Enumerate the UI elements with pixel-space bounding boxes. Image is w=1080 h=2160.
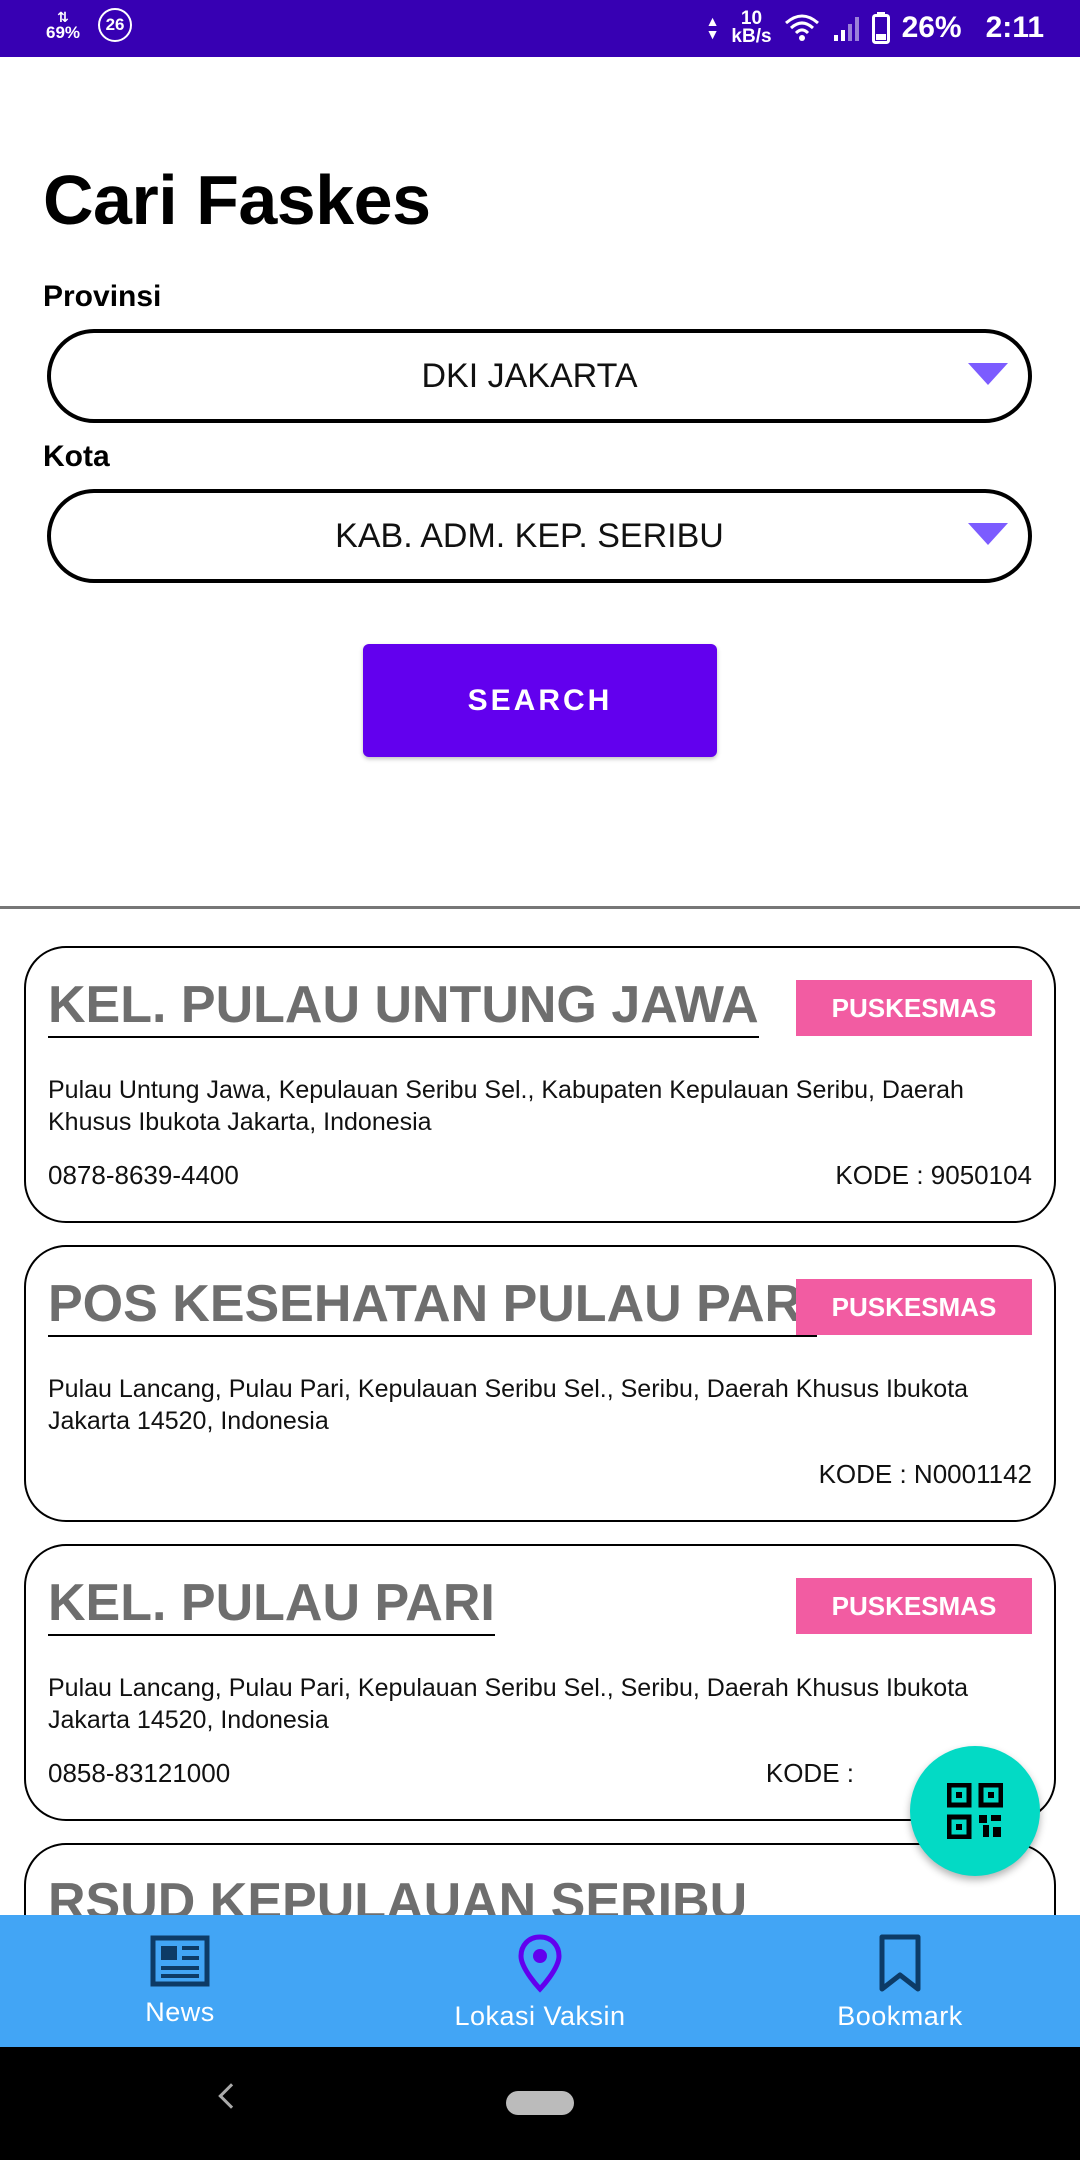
facility-phone[interactable]: 0878-8639-4400 — [48, 1160, 239, 1191]
location-pin-icon — [518, 1934, 562, 1993]
facility-name: KEL. PULAU UNTUNG JAWA — [48, 976, 759, 1038]
facility-name: RSUD KEPULAUAN SERIBU — [48, 1873, 748, 1915]
dropdown-arrow-icon — [968, 363, 1008, 385]
dropdown-arrow-icon — [968, 523, 1008, 545]
search-button[interactable]: SEARCH — [363, 644, 717, 757]
qr-code-icon — [947, 1783, 1003, 1839]
battery-icon — [871, 12, 890, 44]
status-bar: ⇅ 69% 26 ▲ ▼ 10 kB/s 26% 2:11 — [0, 0, 1080, 57]
facility-type-badge: PUSKESMAS — [796, 1279, 1032, 1335]
result-card[interactable]: KEL. PULAU PARI PUSKESMAS Pulau Lancang,… — [24, 1544, 1056, 1821]
province-dropdown[interactable]: DKI JAKARTA — [47, 329, 1032, 423]
nav-label-bookmark: Bookmark — [837, 2001, 963, 2031]
system-navigation-bar — [0, 2047, 1080, 2160]
facility-phone[interactable]: 0858-83121000 — [48, 1758, 230, 1789]
network-speed: 10 kB/s — [731, 9, 772, 47]
notification-count-badge: 26 — [98, 8, 133, 42]
facility-name: POS KESEHATAN PULAU PARI — [48, 1275, 817, 1337]
facility-code: KODE : — [765, 1758, 854, 1788]
city-dropdown[interactable]: KAB. ADM. KEP. SERIBU — [47, 489, 1032, 583]
data-transfer-icon: ▲ ▼ — [705, 13, 720, 42]
facility-address: Pulau Lancang, Pulau Pari, Kepulauan Ser… — [48, 1375, 969, 1435]
facility-type-badge: PUSKESMAS — [796, 980, 1032, 1036]
network-speed-unit: kB/s — [731, 26, 772, 47]
qr-scan-button[interactable] — [910, 1746, 1040, 1876]
data-usage-value: 69% — [46, 23, 81, 42]
news-icon — [150, 1935, 210, 1987]
bookmark-icon — [879, 1934, 921, 1992]
page-title: Cari Faskes — [43, 161, 431, 239]
bottom-navigation: News Lokasi Vaksin Bookmark — [0, 1915, 1080, 2047]
back-icon[interactable] — [218, 2083, 244, 2109]
nav-item-lokasi-vaksin[interactable]: Lokasi Vaksin — [360, 1915, 720, 2047]
nav-item-bookmark[interactable]: Bookmark — [720, 1915, 1080, 2047]
facility-address: Pulau Untung Jawa, Kepulauan Seribu Sel.… — [48, 1076, 964, 1136]
result-card[interactable]: RSUD KEPULAUAN SERIBU — [24, 1843, 1056, 1915]
city-label: Kota — [43, 440, 110, 473]
nav-item-news[interactable]: News — [0, 1915, 360, 2047]
facility-name: KEL. PULAU PARI — [48, 1574, 495, 1636]
divider — [0, 906, 1080, 909]
nav-label-lokasi-vaksin: Lokasi Vaksin — [454, 2001, 626, 2031]
results-list[interactable]: KEL. PULAU UNTUNG JAWA PUSKESMAS Pulau U… — [0, 910, 1080, 1915]
result-card[interactable]: POS KESEHATAN PULAU PARI PUSKESMAS Pulau… — [24, 1245, 1056, 1522]
cell-signal-icon — [833, 17, 859, 41]
screen: ⇅ 69% 26 ▲ ▼ 10 kB/s 26% 2:11 Cari Faske… — [0, 0, 1080, 2160]
facility-code: KODE : N0001142 — [818, 1459, 1032, 1489]
province-selected-value: DKI JAKARTA — [421, 356, 638, 395]
facility-address: Pulau Lancang, Pulau Pari, Kepulauan Ser… — [48, 1674, 969, 1734]
wifi-icon — [784, 14, 819, 41]
facility-type-badge: PUSKESMAS — [796, 1578, 1032, 1634]
nav-label-news: News — [145, 1997, 215, 2027]
clock: 2:11 — [985, 11, 1044, 44]
city-selected-value: KAB. ADM. KEP. SERIBU — [335, 516, 724, 555]
result-card[interactable]: KEL. PULAU UNTUNG JAWA PUSKESMAS Pulau U… — [24, 946, 1056, 1223]
facility-code: KODE : 9050104 — [835, 1160, 1032, 1190]
battery-percentage: 26% — [901, 11, 962, 44]
province-label: Provinsi — [43, 280, 162, 313]
home-pill-icon[interactable] — [506, 2091, 574, 2115]
data-usage-indicator: ⇅ 69% — [46, 9, 80, 41]
